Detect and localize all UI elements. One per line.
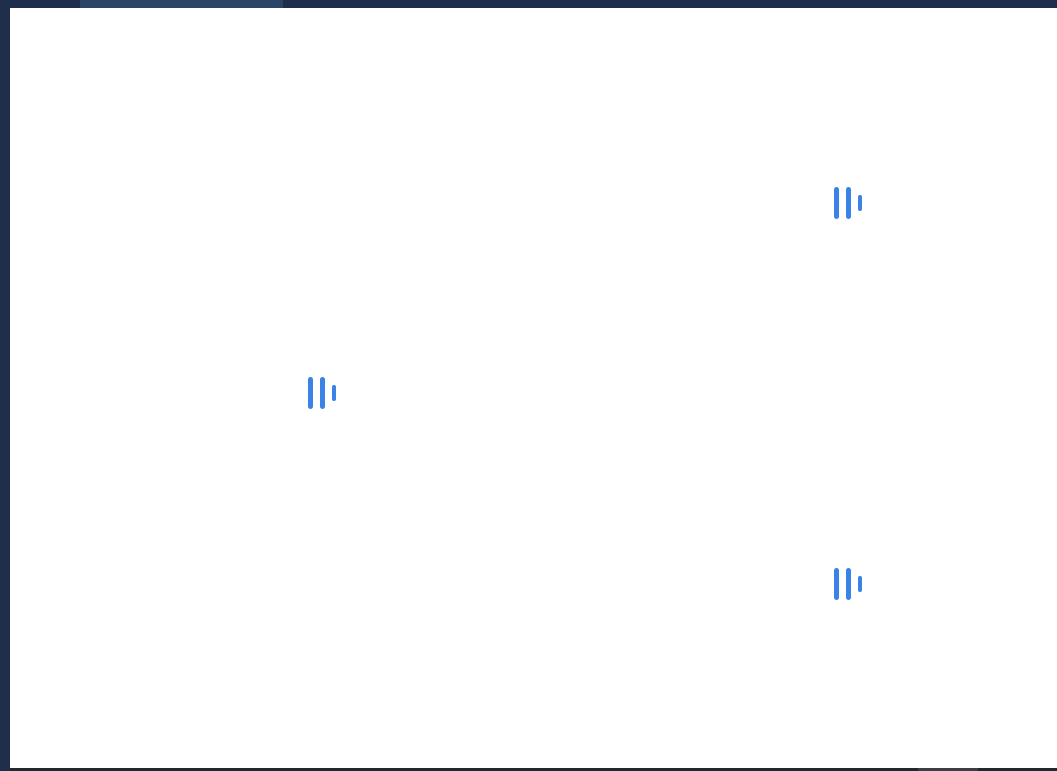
loader-middle-left [307,377,337,409]
loading-bars-icon [834,187,862,219]
loading-bars-icon [834,568,862,600]
loading-bars-icon [308,377,336,409]
loader-bottom-right [833,568,863,600]
left-rail [0,8,10,771]
active-tab[interactable] [80,0,283,8]
content-panel [10,8,1057,768]
loader-top-right [833,187,863,219]
